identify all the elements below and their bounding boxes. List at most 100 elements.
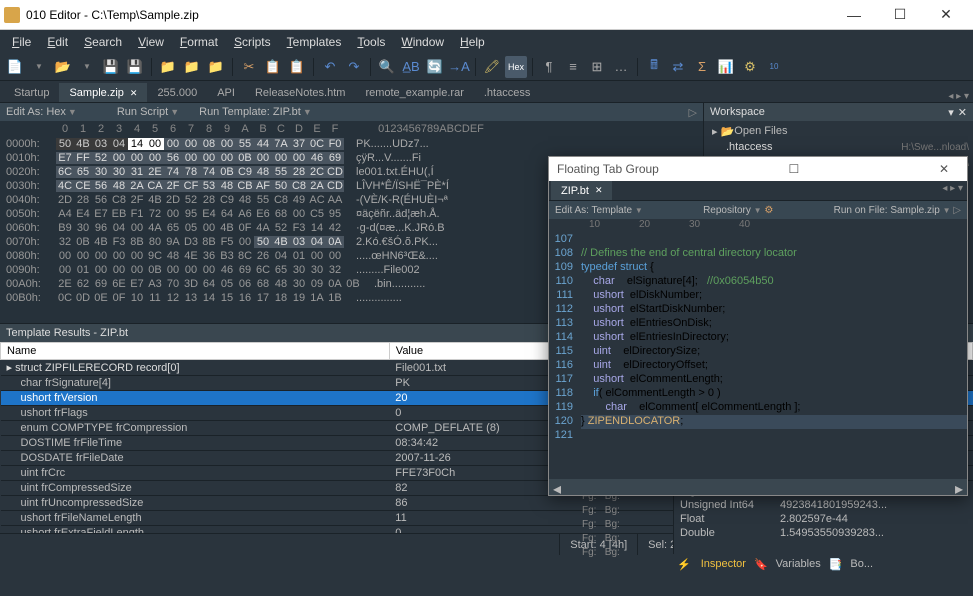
float-run-on-file[interactable]: Run on File: Sample.zip (834, 205, 940, 216)
col-name[interactable]: Name (1, 343, 390, 360)
scroll-right-icon[interactable]: ▸ (951, 479, 967, 495)
float-titlebar[interactable]: Floating Tab Group ☐ ✕ (549, 157, 967, 181)
code-line[interactable]: 108// Defines the end of central directo… (549, 247, 967, 261)
scroll-left-icon[interactable]: ◂ (549, 479, 565, 495)
code-line[interactable]: 107 (549, 233, 967, 247)
code-line[interactable]: 117 ushort elCommentLength; (549, 373, 967, 387)
save-all-button[interactable]: 💾 (124, 56, 146, 78)
compare-button[interactable]: ⇄ (667, 56, 689, 78)
tab-255000[interactable]: 255.000 (147, 83, 207, 102)
code-line[interactable]: 113 ushort elEntriesOnDisk; (549, 317, 967, 331)
code-line[interactable]: 119 char elComment[ elCommentLength ]; (549, 401, 967, 415)
workspace-folder[interactable]: ▸ 📂 Open Files (708, 123, 969, 139)
folder1-button[interactable]: 📁 (157, 56, 179, 78)
code-line[interactable]: 109typedef struct { (549, 261, 967, 275)
code-line[interactable]: 112 ushort elStartDiskNumber; (549, 303, 967, 317)
maximize-button[interactable]: ☐ (877, 0, 923, 30)
float-scrollbar[interactable]: ◂ ▸ (549, 479, 967, 495)
code-line[interactable]: 115 uint elDirectorySize; (549, 345, 967, 359)
goto-button[interactable]: →A (448, 56, 470, 78)
inspector-row: Double1.54953550939283... (674, 526, 973, 540)
hex-row[interactable]: 0000h:504B030414000000080055447A370CF0PK… (0, 137, 703, 151)
float-tabs: ZIP.bt✕ ◂ ▸ ▾ (549, 181, 967, 201)
float-maximize-button[interactable]: ☐ (779, 162, 809, 176)
menu-templates[interactable]: Templates (279, 33, 350, 51)
hex-header: Edit As: Hex▼ Run Script▼ Run Template: … (0, 103, 703, 121)
float-title-text: Floating Tab Group (557, 162, 659, 176)
cut-button[interactable]: ✂ (238, 56, 260, 78)
save-button[interactable]: 💾 (100, 56, 122, 78)
minimize-button[interactable]: — (831, 0, 877, 30)
bytes-button[interactable]: … (610, 56, 632, 78)
tab-htaccess[interactable]: .htaccess (474, 83, 540, 102)
menu-window[interactable]: Window (393, 33, 452, 51)
close-icon[interactable]: ✕ (130, 88, 138, 98)
code-line[interactable]: 116 uint elDirectoryOffset; (549, 359, 967, 373)
code-line[interactable]: 111 ushort elDiskNumber; (549, 289, 967, 303)
new-file-button[interactable]: 📄 (4, 56, 26, 78)
floating-tab-group[interactable]: Floating Tab Group ☐ ✕ ZIP.bt✕ ◂ ▸ ▾ Edi… (548, 156, 968, 496)
tab-bookmarks[interactable]: Bo... (842, 556, 881, 572)
tab-samplezip[interactable]: Sample.zip✕ (59, 83, 147, 102)
code-line[interactable]: 114 ushort elEntriesInDirectory; (549, 331, 967, 345)
close-icon[interactable]: ✕ (595, 185, 603, 196)
redo-button[interactable]: ↷ (343, 56, 365, 78)
bolt-icon: ⚡ (677, 558, 691, 571)
folder3-button[interactable]: 📁 (205, 56, 227, 78)
menu-tools[interactable]: Tools (349, 33, 393, 51)
find-button[interactable]: 🔍 (376, 56, 398, 78)
menu-view[interactable]: View (130, 33, 172, 51)
tool-button[interactable]: ⚙ (739, 56, 761, 78)
menu-search[interactable]: Search (76, 33, 130, 51)
calc-button[interactable]: 🖩 (643, 56, 665, 78)
edit-as-label[interactable]: Edit As: Hex (6, 106, 66, 118)
menu-help[interactable]: Help (452, 33, 493, 51)
paste-button[interactable]: 📋 (286, 56, 308, 78)
menu-scripts[interactable]: Scripts (226, 33, 279, 51)
folder2-button[interactable]: 📁 (181, 56, 203, 78)
run-template-label[interactable]: Run Template: ZIP.bt (199, 106, 301, 118)
tab-nav[interactable]: ◂ ▸ ▾ (944, 91, 973, 102)
align-button[interactable]: ≡ (562, 56, 584, 78)
workspace-file[interactable]: .htaccessH:\Swe...nload\ (708, 139, 969, 155)
float-edit-as[interactable]: Edit As: Template (555, 205, 632, 216)
run-script-label[interactable]: Run Script (117, 106, 168, 118)
copy-button[interactable]: 📋 (262, 56, 284, 78)
code-line[interactable]: 118 if( elCommentLength > 0 ) (549, 387, 967, 401)
float-tab-zipbt[interactable]: ZIP.bt✕ (551, 181, 612, 200)
tab-releasenoteshtm[interactable]: ReleaseNotes.htm (245, 83, 356, 102)
code-line[interactable]: 110 char elSignature[4]; //0x06054b50 (549, 275, 967, 289)
hex-mode-button[interactable]: Hex (505, 56, 527, 78)
new-dropdown-button[interactable]: ▼ (28, 56, 50, 78)
highlight-button[interactable]: 🖍 (481, 56, 503, 78)
code-editor[interactable]: 107108// Defines the end of central dire… (549, 233, 967, 443)
checksum-button[interactable]: Σ (691, 56, 713, 78)
histogram-button[interactable]: 📊 (715, 56, 737, 78)
float-repository[interactable]: Repository (703, 205, 751, 216)
open-button[interactable]: 📂 (52, 56, 74, 78)
menu-file[interactable]: File (4, 33, 39, 51)
tab-api[interactable]: API (207, 83, 245, 102)
menu-edit[interactable]: Edit (39, 33, 76, 51)
open-dropdown-button[interactable]: ▼ (76, 56, 98, 78)
ruler-button[interactable]: ⊞ (586, 56, 608, 78)
find-text-button[interactable]: A̲B (400, 56, 422, 78)
close-button[interactable]: ✕ (923, 0, 969, 30)
tab-remoteexamplerar[interactable]: remote_example.rar (355, 83, 473, 102)
undo-button[interactable]: ↶ (319, 56, 341, 78)
binary-button[interactable]: 10 (763, 56, 785, 78)
code-line[interactable]: 120} ZIPENDLOCATOR; (549, 415, 967, 429)
menu-format[interactable]: Format (172, 33, 226, 51)
indent-button[interactable]: ¶ (538, 56, 560, 78)
float-tab-nav[interactable]: ◂ ▸ ▾ (938, 181, 967, 200)
tab-variables[interactable]: Variables (768, 556, 829, 572)
float-close-button[interactable]: ✕ (929, 162, 959, 176)
workspace-close-icon[interactable]: ✕ (958, 106, 967, 119)
workspace-title: Workspace ▾✕ (704, 103, 973, 121)
workspace-pin-icon[interactable]: ▾ (948, 106, 954, 119)
code-line[interactable]: 121 (549, 429, 967, 443)
tab-inspector[interactable]: Inspector (693, 556, 754, 572)
replace-button[interactable]: 🔄 (424, 56, 446, 78)
tab-startup[interactable]: Startup (4, 83, 59, 102)
run-button[interactable]: ▷ (689, 106, 697, 119)
